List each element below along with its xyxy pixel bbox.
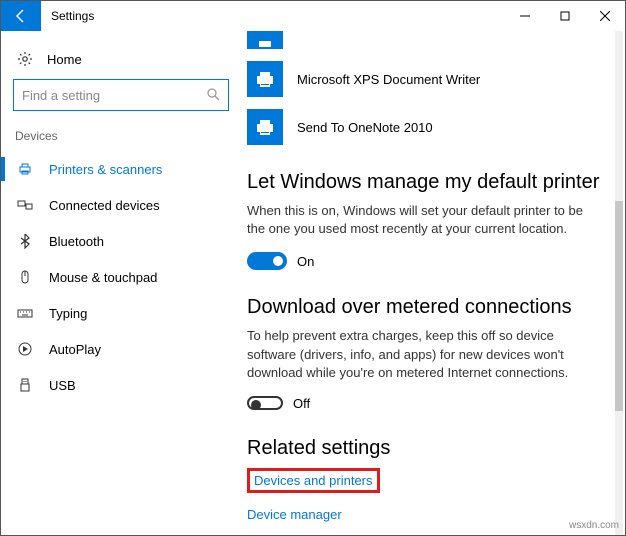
- keyboard-icon: [15, 305, 35, 321]
- sidebar-item-printers[interactable]: Printers & scanners: [1, 151, 241, 187]
- home-label: Home: [47, 52, 82, 67]
- sidebar-item-mouse[interactable]: Mouse & touchpad: [1, 259, 241, 295]
- printer-item-partial[interactable]: [247, 31, 603, 55]
- home-button[interactable]: Home: [1, 43, 241, 79]
- search-container: [1, 79, 241, 125]
- window-controls: [505, 1, 625, 31]
- printer-item-xps[interactable]: Microsoft XPS Document Writer: [247, 55, 603, 103]
- metered-heading: Download over metered connections: [247, 276, 603, 327]
- window-title: Settings: [41, 1, 505, 31]
- sidebar-item-label: USB: [49, 378, 76, 393]
- default-printer-body: When this is on, Windows will set your d…: [247, 202, 603, 250]
- gear-icon: [15, 51, 35, 67]
- sidebar-item-label: Mouse & touchpad: [49, 270, 157, 285]
- connected-devices-icon: [15, 197, 35, 213]
- default-printer-heading: Let Windows manage my default printer: [247, 151, 603, 202]
- toggle-label: On: [297, 254, 314, 269]
- sidebar-item-label: Typing: [49, 306, 87, 321]
- sidebar: Home Devices Printers & scanners Connect…: [1, 31, 241, 535]
- section-label-devices: Devices: [1, 125, 241, 151]
- settings-window: Settings Home Devic: [0, 0, 626, 536]
- sidebar-item-typing[interactable]: Typing: [1, 295, 241, 331]
- metered-body: To help prevent extra charges, keep this…: [247, 327, 603, 394]
- watermark: wsxdn.com: [569, 520, 619, 531]
- title-bar: Settings: [1, 1, 625, 31]
- search-box[interactable]: [13, 79, 229, 111]
- metered-toggle[interactable]: [247, 396, 283, 410]
- minimize-button[interactable]: [505, 1, 545, 31]
- link-devices-and-printers[interactable]: Devices and printers: [254, 473, 373, 488]
- mouse-icon: [15, 269, 35, 285]
- printer-device-icon: [247, 31, 283, 49]
- content-area: Home Devices Printers & scanners Connect…: [1, 31, 625, 535]
- metered-toggle-row: Off: [247, 394, 603, 417]
- printer-item-onenote[interactable]: Send To OneNote 2010: [247, 103, 603, 151]
- link-device-manager[interactable]: Device manager: [247, 503, 342, 526]
- sidebar-item-usb[interactable]: USB: [1, 367, 241, 403]
- search-input[interactable]: [22, 88, 206, 103]
- printer-icon: [15, 161, 35, 177]
- back-button[interactable]: [1, 1, 41, 31]
- toggle-label: Off: [293, 396, 310, 411]
- sidebar-item-connected[interactable]: Connected devices: [1, 187, 241, 223]
- sidebar-item-autoplay[interactable]: AutoPlay: [1, 331, 241, 367]
- sidebar-item-label: AutoPlay: [49, 342, 101, 357]
- printer-device-icon: [247, 61, 283, 97]
- printer-device-icon: [247, 109, 283, 145]
- autoplay-icon: [15, 341, 35, 357]
- sidebar-item-label: Printers & scanners: [49, 162, 162, 177]
- printer-label: Microsoft XPS Document Writer: [297, 72, 480, 87]
- printer-label: Send To OneNote 2010: [297, 120, 433, 135]
- close-button[interactable]: [585, 1, 625, 31]
- search-icon: [206, 87, 220, 104]
- sidebar-item-label: Bluetooth: [49, 234, 104, 249]
- sidebar-item-label: Connected devices: [49, 198, 160, 213]
- related-heading: Related settings: [247, 423, 603, 468]
- sidebar-item-bluetooth[interactable]: Bluetooth: [1, 223, 241, 259]
- scroll-thumb[interactable]: [615, 201, 623, 411]
- main-panel: Microsoft XPS Document Writer Send To On…: [241, 31, 625, 535]
- bluetooth-icon: [15, 233, 35, 249]
- highlight-marker: Devices and printers: [247, 468, 380, 493]
- usb-icon: [15, 377, 35, 393]
- maximize-button[interactable]: [545, 1, 585, 31]
- default-printer-toggle-row: On: [247, 250, 603, 276]
- default-printer-toggle[interactable]: [247, 252, 287, 270]
